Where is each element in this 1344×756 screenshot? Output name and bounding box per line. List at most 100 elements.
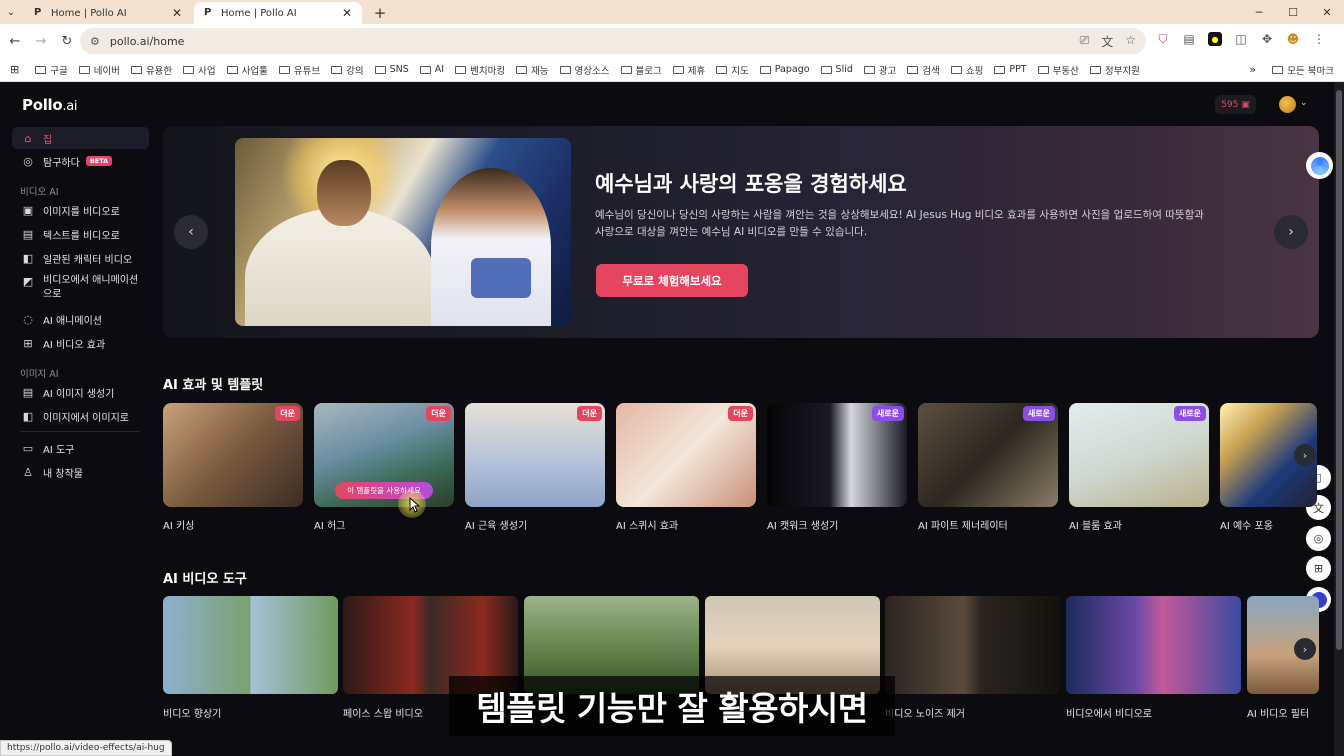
bookmark-star-icon[interactable]: ☆ [1125, 33, 1136, 50]
apps-grid-icon[interactable]: ⊞ [10, 63, 19, 76]
tab-close-icon[interactable]: ✕ [342, 6, 352, 20]
bookmark-item[interactable]: 영상소스 [559, 63, 610, 77]
new-tab-plus-icon[interactable]: + [368, 2, 392, 24]
effect-card[interactable]: 새로운 [1069, 403, 1209, 507]
bookmark-item[interactable]: 사업 [183, 63, 216, 77]
bookmark-item[interactable]: 재능 [516, 63, 549, 77]
effect-card-label[interactable]: AI 블룸 효과 [1069, 517, 1122, 532]
bookmark-item[interactable]: SNS [374, 63, 409, 77]
address-bar[interactable]: ⚙ pollo.ai/home ⎚ 文 ☆ [80, 28, 1146, 54]
site-info-icon[interactable]: ⚙ [90, 35, 100, 48]
apps-icon[interactable]: ⊞ [1306, 556, 1331, 581]
bookmark-item[interactable]: AI [419, 63, 444, 77]
sidebar-item-ai-tools[interactable]: ▭ AI 도구 [12, 437, 149, 459]
bookmark-item[interactable]: PPT [994, 63, 1027, 77]
effect-card-label[interactable]: AI 키싱 [163, 517, 194, 532]
bookmark-item[interactable]: 사업툴 [226, 63, 268, 77]
pocket-icon[interactable]: ⛉ [1156, 32, 1170, 46]
bookmark-item[interactable]: Slid [820, 63, 853, 77]
sidebar-item-image-to-video[interactable]: ▣ 이미지를 비디오로 [12, 199, 149, 221]
bookmark-item[interactable]: 네이버 [78, 63, 120, 77]
bookmark-item[interactable]: 벤치마킹 [455, 63, 505, 77]
sidebar-item-video-to-animation[interactable]: ◩ 비디오에서 애니메이션으로 [12, 271, 149, 303]
target-icon[interactable]: ◎ [1306, 526, 1331, 551]
effect-card-label[interactable]: AI 예수 포옹 [1220, 517, 1273, 532]
profile-icon[interactable]: ☻ [1286, 32, 1300, 46]
sidebar-item-text-to-video[interactable]: ▤ 텍스트를 비디오로 [12, 223, 149, 245]
tool-card-label[interactable]: 비디오에서 비디오로 [1066, 705, 1152, 720]
bookmark-item[interactable]: 유튜브 [278, 63, 320, 77]
tool-card-label[interactable]: 페이스 스왑 비디오 [343, 705, 423, 720]
tool-card-label[interactable]: AI 비디오 필터 [1247, 705, 1309, 720]
effect-card-label[interactable]: AI 스퀴시 효과 [616, 517, 678, 532]
effect-card[interactable]: 더운 [163, 403, 303, 507]
sidebar-toggle-icon[interactable]: ◫ [1234, 32, 1248, 46]
avatar[interactable] [1279, 96, 1296, 113]
tab-search-chevron-icon[interactable]: ⌄ [0, 0, 22, 24]
minimize-icon[interactable]: ─ [1242, 0, 1276, 24]
bookmark-item[interactable]: 유용한 [130, 63, 172, 77]
bookmark-item[interactable]: 정부지원 [1089, 63, 1140, 77]
bookmark-item[interactable]: 부동산 [1037, 63, 1079, 77]
bookmark-item[interactable]: 제휴 [672, 63, 705, 77]
effect-card-label[interactable]: AI 허그 [314, 517, 345, 532]
reload-icon[interactable]: ↻ [54, 28, 80, 54]
credits-badge[interactable]: 595 ▣ [1215, 95, 1256, 114]
sidebar-item-explore[interactable]: ◎ 탐구하다 BETA [12, 150, 149, 172]
extension-icon[interactable]: ● [1208, 32, 1222, 46]
puzzle-icon[interactable]: ✥ [1260, 32, 1274, 46]
sidebar-item-consistent-character[interactable]: ◧ 일관된 캐릭터 비디오 [12, 247, 149, 269]
cast-icon[interactable]: ⎚ [1080, 33, 1090, 50]
effect-card[interactable]: 새로운 [918, 403, 1058, 507]
tool-card-label[interactable]: 비디오 향상기 [163, 705, 221, 720]
bookmark-item[interactable]: 구글 [35, 63, 68, 77]
effects-next-arrow-icon[interactable]: › [1294, 444, 1316, 466]
effect-card-label[interactable]: AI 캣워크 생성기 [767, 517, 838, 532]
effect-card[interactable]: 더운 [616, 403, 756, 507]
bookmark-item[interactable]: 지도 [716, 63, 749, 77]
effect-card[interactable]: 더운 이 템플릿을 사용하세요 [314, 403, 454, 507]
chevron-down-icon[interactable]: ⌄ [1300, 98, 1308, 108]
window-close-icon[interactable]: ✕ [1310, 0, 1344, 24]
scrollbar-thumb[interactable] [1336, 90, 1342, 650]
forward-arrow-icon[interactable]: → [28, 28, 54, 54]
effect-card-label[interactable]: AI 파이트 제너레이터 [918, 517, 1008, 532]
tool-card[interactable] [163, 596, 338, 694]
tool-card[interactable] [885, 596, 1060, 694]
bookmarks-overflow-icon[interactable]: » [1249, 63, 1256, 76]
bookmark-item[interactable]: Papago [759, 63, 810, 77]
sidebar-item-ai-video-effects[interactable]: ⊞ AI 비디오 효과 [12, 332, 149, 354]
assistant-orb-icon[interactable] [1306, 152, 1333, 179]
sidebar-item-ai-image-generator[interactable]: ▤ AI 이미지 생성기 [12, 381, 149, 403]
tool-card-label[interactable]: 비디오 노이즈 제거 [885, 705, 965, 720]
effect-card-label[interactable]: AI 근육 생성기 [465, 517, 527, 532]
bookmark-item[interactable]: 검색 [907, 63, 940, 77]
hero-next-arrow-icon[interactable]: › [1274, 215, 1308, 249]
hero-image[interactable] [235, 138, 571, 326]
sidebar-item-image-to-image[interactable]: ◧ 이미지에서 이미지로 [12, 405, 149, 427]
bookmark-item[interactable]: 광고 [863, 63, 896, 77]
sidebar-item-home[interactable]: ⌂ 집 [12, 127, 149, 149]
translate-icon[interactable]: 文 [1101, 33, 1113, 50]
all-bookmarks[interactable]: 모든 북마크 [1272, 58, 1334, 82]
sidebar-item-ai-animation[interactable]: ◌ AI 애니메이션 [12, 308, 149, 330]
browser-tab-2[interactable]: P Home | Pollo AI ✕ [194, 2, 362, 24]
bookmark-item[interactable]: 쇼핑 [950, 63, 983, 77]
sidebar-item-my-creations[interactable]: ♙ 내 창작물 [12, 461, 149, 483]
tab-close-icon[interactable]: ✕ [172, 6, 182, 20]
page-scrollbar[interactable] [1334, 82, 1344, 756]
tools-next-arrow-icon[interactable]: › [1294, 638, 1316, 660]
back-arrow-icon[interactable]: ← [2, 28, 28, 54]
try-free-button[interactable]: 무료로 체험해보세요 [596, 264, 748, 297]
bookmark-item[interactable]: 블로그 [620, 63, 662, 77]
hero-prev-arrow-icon[interactable]: ‹ [174, 215, 208, 249]
bookmark-item[interactable]: 강의 [331, 63, 364, 77]
effect-card[interactable]: 새로운 [767, 403, 907, 507]
pollo-logo[interactable]: Pollo.ai [22, 96, 77, 114]
kebab-menu-icon[interactable]: ⋮ [1312, 32, 1326, 46]
maximize-icon[interactable]: ☐ [1276, 0, 1310, 24]
extension-icon[interactable]: ▤ [1182, 32, 1196, 46]
browser-tab-1[interactable]: P Home | Pollo AI ✕ [24, 2, 192, 24]
tool-card[interactable] [1066, 596, 1241, 694]
effect-card[interactable]: 더운 [465, 403, 605, 507]
